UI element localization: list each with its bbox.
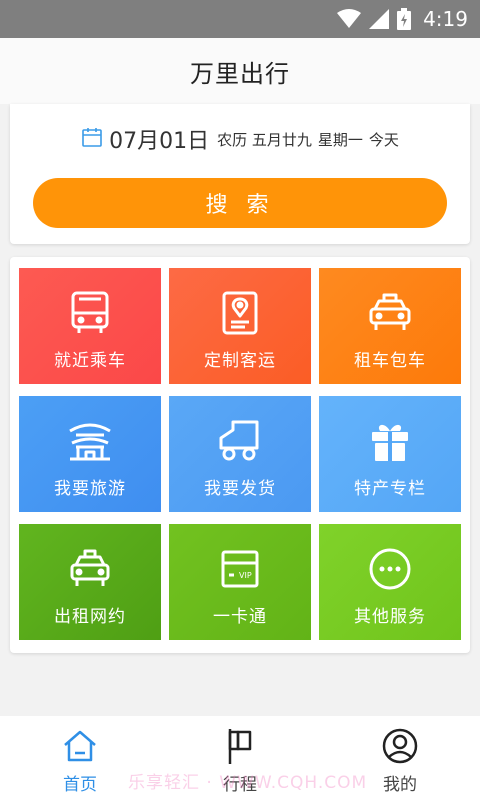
battery-icon <box>397 8 412 30</box>
service-specialty[interactable]: 特产专栏 <box>319 396 461 512</box>
service-shipping[interactable]: 我要发货 <box>169 396 311 512</box>
app-header: 万里出行 <box>0 38 480 104</box>
weekday: 星期一 <box>317 130 363 149</box>
user-icon <box>320 726 480 766</box>
bus-icon <box>19 288 161 338</box>
cab-icon <box>19 544 161 594</box>
status-bar: 4:19 <box>0 0 480 38</box>
cell-signal-icon <box>369 9 390 29</box>
tab-label: 我的 <box>383 775 417 795</box>
date-picker[interactable]: 07月01日 农历 五月廿九 星期一 今天 <box>10 124 470 154</box>
home-icon <box>0 726 160 766</box>
wifi-icon <box>337 9 362 29</box>
taxi-car-icon <box>319 288 461 338</box>
lunar-date: 农历 五月廿九 <box>217 130 312 149</box>
selected-date: 07月01日 <box>109 129 210 154</box>
svg-text:VIP: VIP <box>239 571 252 580</box>
service-travel[interactable]: 我要旅游 <box>19 396 161 512</box>
service-nearby-bus[interactable]: 就近乘车 <box>19 268 161 384</box>
location-document-icon <box>169 288 311 338</box>
service-transit-card[interactable]: VIP 一卡通 <box>169 524 311 640</box>
service-custom-transport[interactable]: 定制客运 <box>169 268 311 384</box>
pavilion-icon <box>19 416 161 466</box>
service-label: 定制客运 <box>204 351 276 371</box>
service-label: 我要发货 <box>204 479 276 499</box>
tab-home[interactable]: 首页 <box>0 716 160 800</box>
vip-card-icon: VIP <box>169 544 311 594</box>
tab-label: 行程 <box>223 775 257 795</box>
service-label: 特产专栏 <box>354 479 426 499</box>
page-title: 万里出行 <box>190 59 290 88</box>
more-dots-icon <box>319 544 461 594</box>
bottom-tab-bar: 首页 行程 我的 <box>0 716 480 800</box>
tab-trips[interactable]: 行程 <box>160 716 320 800</box>
status-icons: 4:19 <box>337 0 468 38</box>
date-search-card: 07月01日 农历 五月廿九 星期一 今天 搜 索 <box>10 104 470 244</box>
service-label: 我要旅游 <box>54 479 126 499</box>
service-label: 就近乘车 <box>54 351 126 371</box>
service-label: 出租网约 <box>54 607 126 627</box>
calendar-icon <box>81 126 103 152</box>
service-car-rental[interactable]: 租车包车 <box>319 268 461 384</box>
gift-icon <box>319 416 461 466</box>
service-other[interactable]: 其他服务 <box>319 524 461 640</box>
status-time: 4:19 <box>423 7 468 31</box>
service-label: 租车包车 <box>354 351 426 371</box>
flag-icon <box>160 726 320 766</box>
tab-profile[interactable]: 我的 <box>320 716 480 800</box>
service-taxi[interactable]: 出租网约 <box>19 524 161 640</box>
relative-day: 今天 <box>368 130 399 149</box>
tab-label: 首页 <box>63 775 97 795</box>
search-button[interactable]: 搜 索 <box>33 178 447 228</box>
service-label: 一卡通 <box>213 607 267 627</box>
service-label: 其他服务 <box>354 607 426 627</box>
services-grid: 就近乘车 定制客运 租车包车 我要旅游 我要发货 特产专栏 出租网约 VIP 一… <box>10 257 470 653</box>
truck-icon <box>169 416 311 466</box>
